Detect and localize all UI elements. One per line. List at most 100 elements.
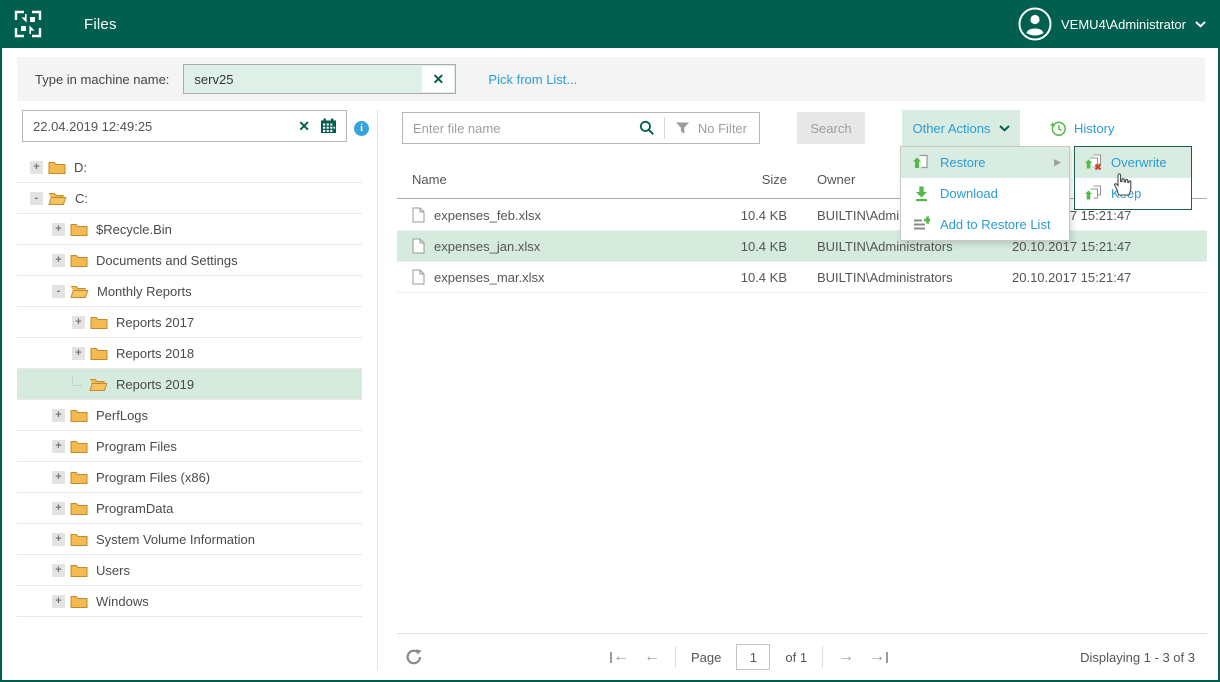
tree-item-reports-2018[interactable]: + Reports 2018 [17, 338, 362, 369]
next-page-button[interactable]: → [838, 648, 854, 666]
machine-clear-icon[interactable]: ✕ [422, 66, 455, 92]
pager-divider [675, 646, 676, 668]
pick-from-list-link[interactable]: Pick from List... [488, 72, 577, 87]
file-owner: BUILTIN\Administrators [817, 269, 953, 285]
download-icon [913, 185, 930, 202]
page-number-input[interactable] [736, 644, 771, 670]
tree-expander[interactable]: + [72, 315, 85, 329]
folder-icon [70, 408, 88, 422]
tree-expander[interactable]: + [30, 160, 43, 174]
file-size: 10.4 KB [740, 269, 787, 285]
col-header-name[interactable]: Name [412, 172, 737, 187]
table-row-expenses-jan-selected[interactable]: expenses_jan.xlsx 10.4 KB BUILTIN\Admini… [397, 231, 1207, 262]
tree-expander[interactable]: + [52, 594, 65, 608]
menu-item-label: Restore [940, 155, 986, 170]
restore-point-panel: ✕ i + D: [17, 110, 369, 617]
user-name: VEMU4\Administrator [1061, 16, 1186, 32]
tree-item-system-volume-information[interactable]: + System Volume Information [17, 524, 362, 555]
tree-item-reports-2017[interactable]: + Reports 2017 [17, 307, 362, 338]
search-button[interactable]: Search [797, 112, 865, 144]
tree-item-programdata[interactable]: + ProgramData [17, 493, 362, 524]
tree-expander[interactable]: + [52, 408, 65, 422]
tree-item-documents-and-settings[interactable]: + Documents and Settings [17, 245, 362, 276]
open-folder-icon [70, 284, 89, 298]
folder-icon [70, 253, 88, 267]
search-icon[interactable] [630, 119, 664, 137]
tree-expander[interactable]: + [52, 253, 65, 267]
tree-item-d-drive[interactable]: + D: [17, 152, 362, 183]
file-search-box: No Filter [402, 112, 760, 144]
tree-item-c-drive[interactable]: - C: [17, 183, 362, 214]
tree-item-label: PerfLogs [96, 407, 149, 423]
menu-item-restore[interactable]: Restore ▶ [901, 147, 1069, 178]
pagination: ← ← Page of 1 → → [610, 634, 889, 680]
last-page-button[interactable]: → [869, 648, 889, 666]
history-label: History [1074, 120, 1115, 136]
col-header-size[interactable]: Size [737, 172, 787, 187]
tree-expander[interactable]: + [52, 222, 65, 236]
other-actions-menu: Restore ▶ Download Add to Restore List [900, 146, 1070, 241]
tree-item-recycle-bin[interactable]: + $Recycle.Bin [17, 214, 362, 245]
table-footer: ← ← Page of 1 → → Displaying 1 - 3 of 3 [397, 633, 1207, 680]
tree-item-label: Reports 2019 [116, 376, 195, 392]
table-row-expenses-mar[interactable]: expenses_mar.xlsx 10.4 KB BUILTIN\Admini… [397, 262, 1207, 293]
tree-expander[interactable]: + [72, 346, 85, 360]
menu-item-download[interactable]: Download [901, 178, 1069, 209]
refresh-icon[interactable] [405, 648, 423, 666]
tree-expander[interactable]: + [52, 470, 65, 484]
tree-expander[interactable]: + [52, 532, 65, 546]
pager-divider [822, 646, 824, 668]
submenu-item-overwrite[interactable]: Overwrite [1075, 147, 1191, 178]
file-name: expenses_mar.xlsx [434, 269, 545, 285]
tree-item-users[interactable]: + Users [17, 555, 362, 586]
tree-item-monthly-reports[interactable]: - Monthly Reports [17, 276, 362, 307]
filter-button[interactable]: No Filter [665, 121, 759, 136]
menu-item-add-to-restore-list[interactable]: Add to Restore List [901, 209, 1069, 240]
tree-item-label: System Volume Information [96, 531, 255, 547]
tree-expander[interactable]: - [30, 191, 43, 205]
tree-item-reports-2019-selected[interactable]: Reports 2019 [17, 369, 362, 400]
submenu-item-keep[interactable]: Keep [1075, 178, 1191, 209]
file-name-input[interactable] [403, 120, 630, 136]
tree-item-label: Program Files (x86) [96, 469, 211, 485]
machine-name-input-wrap: ✕ [183, 64, 457, 94]
tree-item-label: Monthly Reports [97, 283, 192, 299]
file-date: 20.10.2017 15:21:47 [1012, 269, 1132, 285]
panel-divider [377, 110, 378, 670]
user-menu[interactable]: VEMU4\Administrator [1018, 7, 1206, 41]
open-folder-icon [48, 191, 67, 205]
restore-submenu: Overwrite Keep [1074, 146, 1192, 210]
tree-item-label: Program Files [96, 438, 177, 454]
page-label: Page [691, 649, 722, 665]
history-button[interactable]: History [1040, 110, 1124, 146]
tree-expander[interactable]: + [52, 439, 65, 453]
tree-connector [72, 376, 81, 386]
first-page-button[interactable]: ← [610, 648, 629, 666]
info-icon[interactable]: i [354, 121, 369, 136]
file-name: expenses_feb.xlsx [434, 207, 541, 223]
calendar-icon[interactable] [318, 118, 346, 134]
machine-search-bar: Type in machine name: ✕ Pick from List..… [17, 57, 1205, 101]
folder-icon [70, 501, 88, 515]
machine-name-input[interactable] [184, 65, 423, 93]
tree-expander[interactable]: - [52, 284, 65, 298]
open-folder-icon [89, 377, 108, 391]
tree-item-windows[interactable]: + Windows [17, 586, 362, 617]
submenu-arrow-icon: ▶ [1054, 157, 1061, 167]
tree-item-label: ProgramData [96, 500, 174, 516]
tree-item-program-files-x86[interactable]: + Program Files (x86) [17, 462, 362, 493]
tree-expander[interactable]: + [52, 563, 65, 577]
tree-expander[interactable]: + [52, 501, 65, 515]
tree-item-program-files[interactable]: + Program Files [17, 431, 362, 462]
restore-point-date-input[interactable] [23, 118, 291, 134]
tree-item-perflogs[interactable]: + PerfLogs [17, 400, 362, 431]
other-actions-button[interactable]: Other Actions [902, 110, 1020, 146]
overwrite-icon [1085, 154, 1103, 171]
folder-icon [70, 222, 88, 236]
folder-icon [70, 563, 88, 577]
date-clear-icon[interactable]: ✕ [290, 118, 318, 135]
previous-page-button[interactable]: ← [644, 648, 660, 666]
tree-item-label: D: [74, 159, 87, 175]
chevron-down-icon [998, 124, 1010, 132]
tree-item-label: C: [75, 190, 88, 206]
